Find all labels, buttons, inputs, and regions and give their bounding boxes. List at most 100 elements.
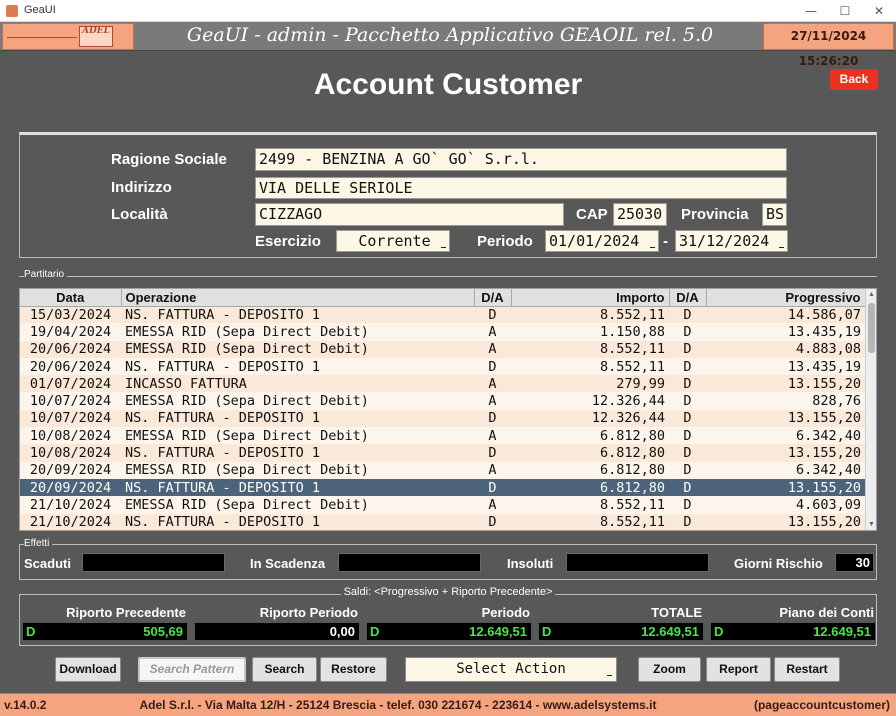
indirizzo-label: Indirizzo: [111, 179, 172, 196]
cell-data: 20/06/2024: [20, 357, 121, 376]
table-row[interactable]: 10/08/2024 NS. FATTURA - DEPOSITO 1 D 6.812…: [20, 444, 865, 462]
cell-da: A: [474, 392, 511, 410]
periodo-label: Periodo: [477, 233, 533, 250]
periodo-from-date[interactable]: 01/01/2024: [545, 230, 659, 252]
cell-operazione: NS. FATTURA - DEPOSITO 1: [121, 513, 474, 530]
column-header-operazione[interactable]: Operazione: [121, 289, 475, 307]
cell-data: 21/10/2024: [20, 496, 121, 514]
scaduti-label: Scaduti: [24, 556, 71, 571]
banner-title: GeaUI - admin - Pacchetto Applicativo GE…: [186, 24, 714, 46]
ragione-sociale-label: Ragione Sociale: [111, 151, 227, 168]
cell-da-progressivo: D: [669, 427, 706, 445]
table-row[interactable]: 15/03/2024 NS. FATTURA - DEPOSITO 1 D 8.552…: [20, 306, 865, 324]
cell-data: 10/07/2024: [20, 392, 121, 410]
scroll-down-icon[interactable]: ▼: [868, 521, 875, 528]
scaduti-value: [82, 553, 225, 572]
provincia-label: Provincia: [681, 206, 749, 223]
company-logo: ADEL: [2, 23, 134, 50]
back-button[interactable]: Back: [830, 69, 878, 90]
table-row[interactable]: 21/10/2024 NS. FATTURA - DEPOSITO 1 D 8.552…: [20, 513, 865, 530]
table-row[interactable]: 10/07/2024 EMESSA RID (Sepa Direct Debit)…: [20, 392, 865, 410]
periodo-separator: -: [663, 233, 668, 250]
partitario-table[interactable]: Data Operazione D/A Importo D/A Progress…: [19, 288, 877, 531]
cell-da: A: [474, 340, 511, 358]
cell-da-progressivo: D: [669, 357, 706, 376]
cap-field[interactable]: 25030: [613, 203, 667, 226]
cell-operazione: EMESSA RID (Sepa Direct Debit): [121, 496, 474, 514]
cell-progressivo: 14.586,07: [706, 306, 865, 324]
cell-progressivo: 6.342,40: [706, 461, 865, 479]
cell-da-progressivo: D: [669, 323, 706, 341]
table-row[interactable]: 10/08/2024 EMESSA RID (Sepa Direct Debit)…: [20, 427, 865, 445]
cell-operazione: EMESSA RID (Sepa Direct Debit): [121, 323, 474, 341]
download-button[interactable]: Download: [55, 657, 121, 682]
table-row[interactable]: 20/09/2024 EMESSA RID (Sepa Direct Debit)…: [20, 461, 865, 479]
search-pattern-input[interactable]: Search Pattern: [138, 657, 246, 682]
column-header-importo[interactable]: Importo: [511, 289, 670, 307]
column-header-progressivo[interactable]: Progressivo: [706, 289, 866, 307]
localita-field[interactable]: CIZZAGO: [255, 203, 564, 226]
close-icon[interactable]: ✕: [862, 0, 896, 22]
giorni-rischio-label: Giorni Rischio: [734, 556, 823, 571]
cell-progressivo: 4.603,09: [706, 496, 865, 514]
table-row[interactable]: 10/07/2024 NS. FATTURA - DEPOSITO 1 D 12.32…: [20, 409, 865, 428]
cell-da-progressivo: D: [669, 340, 706, 358]
cell-da-progressivo: D: [669, 478, 706, 497]
cell-operazione: EMESSA RID (Sepa Direct Debit): [121, 427, 474, 445]
provincia-field[interactable]: BS: [762, 203, 787, 226]
report-button[interactable]: Report: [706, 657, 771, 682]
cell-progressivo: 13.155,20: [706, 409, 865, 428]
table-row[interactable]: 19/04/2024 EMESSA RID (Sepa Direct Debit)…: [20, 323, 865, 341]
cell-da-progressivo: D: [669, 306, 706, 324]
company-address: Adel S.r.l. - Via Malta 12/H - 25124 Bre…: [139, 698, 657, 712]
cell-da: A: [474, 375, 511, 393]
cell-progressivo: 6.342,40: [706, 427, 865, 445]
periodo-to-date[interactable]: 31/12/2024: [675, 230, 788, 252]
status-footer: v.14.0.2 Adel S.r.l. - Via Malta 12/H - …: [0, 693, 896, 716]
select-action-dropdown[interactable]: Select Action: [405, 657, 617, 682]
indirizzo-field[interactable]: VIA DELLE SERIOLE: [255, 177, 787, 199]
table-row[interactable]: 01/07/2024 INCASSO FATTURA A 279,99 D 13.155,…: [20, 375, 865, 393]
riporto-periodo-value: 0,00: [194, 622, 360, 641]
table-row[interactable]: 20/06/2024 EMESSA RID (Sepa Direct Debit)…: [20, 340, 865, 358]
cell-da-progressivo: D: [669, 496, 706, 514]
esercizio-select[interactable]: Corrente: [336, 230, 450, 252]
ragione-sociale-field[interactable]: 2499 - BENZINA A GO` GO` S.r.l.: [255, 148, 787, 171]
cell-operazione: NS. FATTURA - DEPOSITO 1: [121, 357, 474, 376]
table-scrollbar[interactable]: ▲ ▼: [865, 289, 876, 530]
cell-data: 20/09/2024: [20, 478, 121, 497]
table-row[interactable]: 20/06/2024 NS. FATTURA - DEPOSITO 1 D 8.552…: [20, 357, 865, 376]
maximize-icon[interactable]: ☐: [828, 0, 862, 22]
cell-operazione: NS. FATTURA - DEPOSITO 1: [121, 306, 474, 324]
saldi-title: Saldi: <Progressivo + Riporto Precedente…: [0, 586, 896, 598]
cell-progressivo: 13.155,20: [706, 478, 865, 497]
search-button[interactable]: Search: [252, 657, 317, 682]
cell-operazione: EMESSA RID (Sepa Direct Debit): [121, 461, 474, 479]
page-identifier: (pageaccountcustomer): [753, 698, 890, 712]
cell-importo: 6.812,80: [511, 427, 669, 445]
scrollbar-thumb[interactable]: [868, 303, 875, 353]
cell-da-progressivo: D: [669, 461, 706, 479]
restart-button[interactable]: Restart: [774, 657, 840, 682]
cell-importo: 1.150,88: [511, 323, 669, 341]
totale-value: D 12.649,51: [538, 622, 704, 641]
cell-data: 19/04/2024: [20, 323, 121, 341]
restore-button[interactable]: Restore: [320, 657, 387, 682]
zoom-button[interactable]: Zoom: [638, 657, 701, 682]
cell-da-progressivo: D: [669, 444, 706, 462]
cell-importo: 6.812,80: [511, 461, 669, 479]
table-row[interactable]: 21/10/2024 EMESSA RID (Sepa Direct Debit)…: [20, 496, 865, 514]
cell-operazione: NS. FATTURA - DEPOSITO 1: [121, 478, 474, 497]
column-header-da-progressivo[interactable]: D/A: [669, 289, 707, 307]
cell-operazione: EMESSA RID (Sepa Direct Debit): [121, 392, 474, 410]
column-header-data[interactable]: Data: [20, 289, 122, 307]
cell-data: 10/07/2024: [20, 409, 121, 428]
minimize-icon[interactable]: —: [794, 0, 828, 22]
cell-importo: 8.552,11: [511, 340, 669, 358]
scroll-up-icon[interactable]: ▲: [868, 291, 875, 298]
piano-conti-label: Piano dei Conti: [779, 605, 874, 620]
table-row[interactable]: 20/09/2024 NS. FATTURA - DEPOSITO 1 D 6.812…: [20, 478, 865, 497]
cell-data: 21/10/2024: [20, 513, 121, 530]
column-header-da[interactable]: D/A: [474, 289, 512, 307]
cell-progressivo: 4.883,08: [706, 340, 865, 358]
